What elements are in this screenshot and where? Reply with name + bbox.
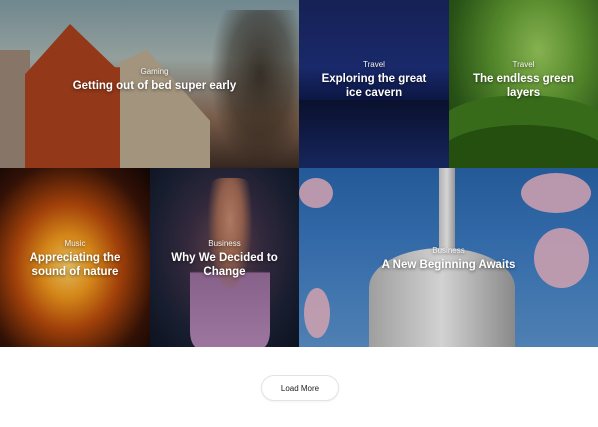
post-caption: Travel The endless green layers bbox=[469, 60, 578, 100]
load-more-button[interactable]: Load More bbox=[261, 375, 339, 401]
post-card-sound-of-nature[interactable]: Music Appreciating the sound of nature bbox=[0, 168, 150, 347]
post-card-why-we-decided[interactable]: Business Why We Decided to Change bbox=[150, 168, 299, 347]
post-category[interactable]: Travel bbox=[469, 60, 578, 70]
post-caption: Gaming Getting out of bed super early bbox=[10, 67, 299, 93]
post-title[interactable]: Why We Decided to Change bbox=[168, 251, 281, 279]
post-caption: Business Why We Decided to Change bbox=[168, 239, 281, 279]
load-more-section: Load More bbox=[0, 347, 598, 427]
post-category[interactable]: Travel bbox=[319, 60, 429, 70]
post-category[interactable]: Business bbox=[299, 246, 598, 256]
post-title[interactable]: Exploring the great ice cavern bbox=[319, 72, 429, 100]
post-grid: Gaming Getting out of bed super early Tr… bbox=[0, 0, 598, 347]
post-title[interactable]: The endless green layers bbox=[469, 72, 578, 100]
post-card-ice-cavern[interactable]: Travel Exploring the great ice cavern bbox=[299, 0, 449, 168]
post-category[interactable]: Business bbox=[168, 239, 281, 249]
post-caption: Travel Exploring the great ice cavern bbox=[319, 60, 429, 100]
post-title[interactable]: Getting out of bed super early bbox=[10, 79, 299, 93]
post-card-getting-out-of-bed[interactable]: Gaming Getting out of bed super early bbox=[0, 0, 299, 168]
post-caption: Business A New Beginning Awaits bbox=[299, 246, 598, 272]
post-card-new-beginning[interactable]: Business A New Beginning Awaits bbox=[299, 168, 598, 347]
post-category[interactable]: Gaming bbox=[10, 67, 299, 77]
post-title[interactable]: A New Beginning Awaits bbox=[299, 258, 598, 272]
post-caption: Music Appreciating the sound of nature bbox=[18, 239, 132, 279]
post-title[interactable]: Appreciating the sound of nature bbox=[18, 251, 132, 279]
post-card-green-layers[interactable]: Travel The endless green layers bbox=[449, 0, 598, 168]
post-category[interactable]: Music bbox=[18, 239, 132, 249]
